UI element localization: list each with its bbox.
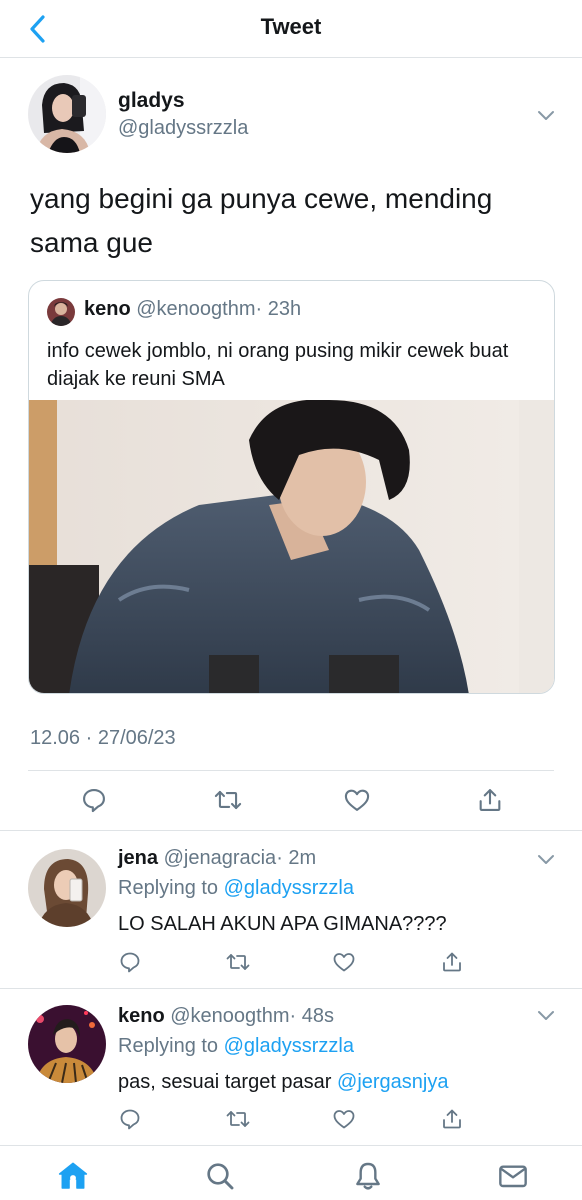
like-button[interactable] <box>324 942 364 982</box>
reply-text: pas, sesuai target pasar @jergasnjya <box>118 1071 448 1094</box>
chevron-down-icon <box>538 1011 554 1020</box>
search-icon <box>207 1163 234 1190</box>
replying-to: Replying to @gladyssrzzla <box>118 877 354 900</box>
tab-notifications[interactable] <box>350 1158 386 1194</box>
chevron-down-icon <box>538 111 554 120</box>
retweet-button[interactable] <box>218 942 258 982</box>
page-title: Tweet <box>260 14 322 39</box>
reply-time: · 48s <box>289 1005 334 1027</box>
comment-icon <box>120 1109 140 1130</box>
retweet-icon <box>226 954 250 970</box>
reply-text-body: pas, sesuai target pasar <box>118 1071 338 1093</box>
retweet-button[interactable] <box>218 1099 258 1139</box>
bottom-tab-bar <box>0 1145 582 1200</box>
replying-to: Replying to @gladyssrzzla <box>118 1035 354 1058</box>
retweet-button[interactable] <box>208 780 248 820</box>
replying-to-link[interactable]: @gladyssrzzla <box>224 877 354 899</box>
author-handle[interactable]: @gladyssrzzla <box>118 117 248 140</box>
like-button[interactable] <box>337 780 377 820</box>
reply-mention-link[interactable]: @jergasnjya <box>337 1071 448 1093</box>
quoted-author-name: keno <box>84 298 131 320</box>
comment-icon <box>83 789 105 813</box>
tweet-text: yang begini ga punya cewe, mending sama … <box>30 183 493 258</box>
replying-to-link[interactable]: @gladyssrzzla <box>224 1035 354 1057</box>
reply-header: keno @kenoogthm· 48s <box>118 1005 334 1028</box>
reply-header: jena @jenagracia· 2m <box>118 847 316 870</box>
share-icon <box>443 952 461 972</box>
reply-tweet[interactable]: keno @kenoogthm· 48s Replying to @gladys… <box>0 989 582 1145</box>
heart-icon <box>344 789 370 811</box>
reply-tweet[interactable]: jena @jenagracia· 2m Replying to @gladys… <box>0 831 582 988</box>
reply-author-name[interactable]: keno <box>118 1005 165 1027</box>
mail-icon <box>499 1165 527 1188</box>
top-nav-bar: Tweet <box>0 0 582 58</box>
divider <box>28 770 554 771</box>
reply-button[interactable] <box>110 1099 150 1139</box>
tweet-menu-button[interactable] <box>536 109 556 123</box>
reply-text-body: LO SALAH AKUN APA GIMANA???? <box>118 913 447 935</box>
reply-author-avatar[interactable] <box>28 849 106 927</box>
author-name[interactable]: gladys <box>118 89 185 113</box>
comment-icon <box>120 952 140 973</box>
quoted-author-handle: @kenoogthm <box>136 298 256 320</box>
quoted-tweet-text: info cewek jomblo, ni orang pusing mikir… <box>47 340 509 390</box>
reply-button[interactable] <box>74 780 114 820</box>
quoted-tweet-photo[interactable] <box>29 399 554 693</box>
share-button[interactable] <box>432 942 472 982</box>
reply-button[interactable] <box>110 942 150 982</box>
quoted-tweet-time: · 23h <box>255 298 302 320</box>
reply-time: · 2m <box>276 847 317 869</box>
like-button[interactable] <box>324 1099 364 1139</box>
chevron-down-icon <box>538 855 554 864</box>
reply-author-name[interactable]: jena <box>118 847 158 869</box>
reply-actions <box>0 942 582 982</box>
reply-menu-button[interactable] <box>536 1009 556 1023</box>
replying-to-label: Replying to <box>118 877 224 899</box>
quoted-author-avatar <box>47 298 75 326</box>
tab-home[interactable] <box>55 1158 91 1194</box>
tab-search[interactable] <box>202 1158 238 1194</box>
quoted-tweet[interactable]: keno @kenoogthm· 23h info cewek jomblo, … <box>28 280 555 694</box>
author-avatar[interactable] <box>28 75 106 153</box>
reply-author-handle[interactable]: @jenagracia <box>164 847 277 869</box>
heart-icon <box>333 953 355 972</box>
share-button[interactable] <box>432 1099 472 1139</box>
share-button[interactable] <box>470 780 510 820</box>
tweet-actions <box>0 780 582 820</box>
reply-menu-button[interactable] <box>536 853 556 867</box>
retweet-icon <box>226 1111 250 1127</box>
retweet-icon <box>214 790 242 810</box>
share-icon <box>443 1109 461 1129</box>
tab-messages[interactable] <box>495 1158 531 1194</box>
reply-author-avatar[interactable] <box>28 1005 106 1083</box>
tweet-timestamp: 12.06 · 27/06/23 <box>30 727 176 749</box>
share-icon <box>479 789 501 811</box>
heart-icon <box>333 1110 355 1129</box>
reply-author-handle[interactable]: @kenoogthm <box>170 1005 289 1027</box>
reply-text: LO SALAH AKUN APA GIMANA???? <box>118 913 447 936</box>
home-icon <box>58 1162 88 1189</box>
reply-actions <box>0 1099 582 1139</box>
replying-to-label: Replying to <box>118 1035 224 1057</box>
bell-icon <box>356 1162 380 1190</box>
quoted-header: keno @kenoogthm· 23h <box>84 298 301 321</box>
